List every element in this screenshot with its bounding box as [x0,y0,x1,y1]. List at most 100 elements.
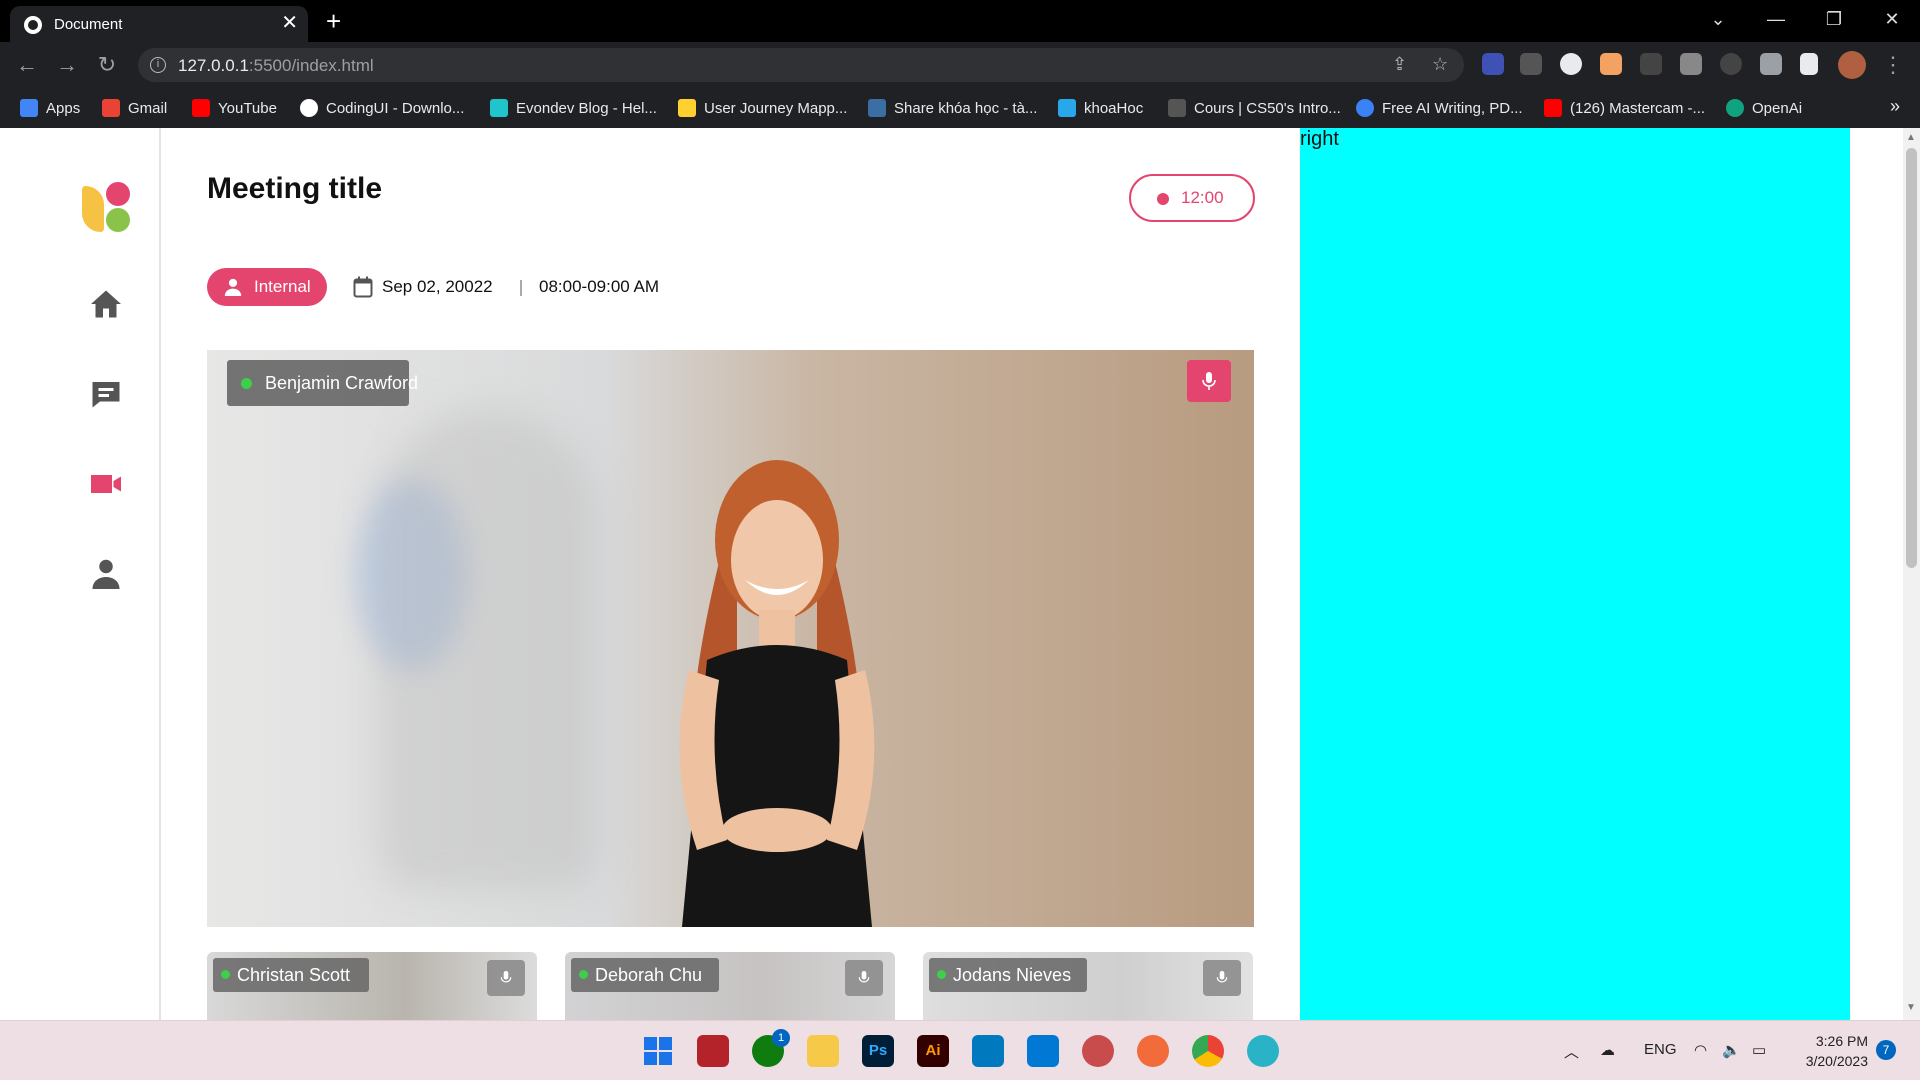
extension-image-icon[interactable] [1680,53,1702,75]
scroll-down-icon[interactable]: ▼ [1906,1002,1916,1013]
page-scrollbar[interactable]: ▲ ▼ [1903,128,1920,1020]
logo[interactable] [82,182,134,234]
side-panel-icon[interactable] [1800,53,1818,75]
bookmark-user-journey[interactable]: User Journey Mapp... [678,98,847,120]
extension-color-icon[interactable] [1560,53,1582,75]
meeting-timer: 12:00 [1129,174,1255,222]
trello-icon[interactable] [972,1035,1004,1067]
bookmark-share-khoa-hoc[interactable]: Share khóa học - tà... [868,98,1037,120]
bookmark-ai-writing[interactable]: Free AI Writing, PD... [1356,98,1523,120]
edge-dev-icon[interactable] [1247,1035,1279,1067]
bookmark-cs50[interactable]: Cours | CS50's Intro... [1168,98,1341,120]
minimize-button[interactable]: — [1756,6,1796,32]
site-info-icon[interactable]: i [150,57,166,73]
close-tab-button[interactable]: ✕ [281,12,298,34]
speaker-name-tag: Benjamin Crawford [227,360,418,406]
chrome-icon[interactable] [1192,1035,1224,1067]
taskbar-clock[interactable]: 3:26 PM 3/20/2023 [1794,1031,1868,1071]
extension-compass-icon[interactable] [1720,53,1742,75]
bookmark-openai[interactable]: OpenAi [1726,98,1802,120]
wifi-icon[interactable]: ◠ [1694,1041,1707,1059]
bookmark-mastercam[interactable]: (126) Mastercam -... [1544,98,1705,120]
scrollbar-thumb[interactable] [1906,148,1917,568]
openai-icon [1726,99,1744,117]
close-window-button[interactable]: ✕ [1872,6,1912,32]
app-spiral-icon[interactable] [1082,1035,1114,1067]
bookmark-apps[interactable]: Apps [20,98,80,120]
extension-move-icon[interactable] [1520,53,1542,75]
video-icon[interactable] [88,466,124,502]
tab-title: Document [54,16,123,33]
main-video[interactable]: Benjamin Crawford [207,350,1254,927]
menu-dots-icon[interactable]: ⋮ [1878,50,1908,80]
windows-taskbar: 1 Ps Ai ︿ ☁ ENG ◠ 🔈 ▭ 3:26 PM 3/20/2023 … [0,1020,1920,1080]
share-icon[interactable]: ⇪ [1392,54,1407,75]
bookmark-evondev[interactable]: Evondev Blog - Hel... [490,98,657,120]
apps-grid-icon [20,99,38,117]
illustrator-icon[interactable]: Ai [917,1035,949,1067]
app-orange-icon[interactable] [1137,1035,1169,1067]
calendar-icon [353,276,373,298]
speaker-name: Benjamin Crawford [265,373,419,393]
photoshop-icon[interactable]: Ps [862,1035,894,1067]
microphone-icon [500,971,512,983]
extension-d-icon[interactable] [1482,53,1504,75]
user-icon[interactable] [88,556,124,592]
vscode-icon[interactable] [1027,1035,1059,1067]
onedrive-icon[interactable]: ☁ [1600,1041,1615,1059]
right-panel-label: right [1300,128,1339,150]
bookmarks-overflow-button[interactable]: » [1890,96,1900,117]
reload-icon[interactable]: ↻ [92,50,122,80]
bookmark-codingui[interactable]: CodingUI - Downlo... [300,98,464,120]
clock-time: 3:26 PM [1815,1033,1868,1049]
language-indicator[interactable]: ENG [1644,1041,1677,1058]
clock-date: 3/20/2023 [1805,1053,1868,1069]
extension-pen-icon[interactable] [1600,53,1622,75]
speaker-mic-button[interactable] [1187,360,1231,402]
participant-tile[interactable]: Deborah Chu [565,952,895,1020]
xbox-icon[interactable]: 1 [752,1029,790,1067]
browser-tab[interactable]: Document ✕ [10,6,308,42]
scroll-up-icon[interactable]: ▲ [1906,132,1916,143]
avatar[interactable] [1838,51,1866,79]
address-bar[interactable]: i 127.0.0.1:5500/index.html ⇪ ☆ [138,48,1464,82]
page-title: Meeting title [207,172,383,205]
forward-icon[interactable]: → [52,50,82,80]
extensions-puzzle-icon[interactable] [1760,53,1782,75]
meeting-time: 08:00-09:00 AM [539,277,660,296]
url-text: 127.0.0.1:5500/index.html [178,56,374,75]
chat-icon[interactable] [88,376,124,412]
home-icon[interactable] [88,286,124,322]
notification-badge[interactable]: 7 [1876,1040,1896,1060]
participant-name-tag: Christan Scott [213,958,369,992]
xbox-badge: 1 [772,1029,790,1047]
participant-tile[interactable]: Jodans Nieves [923,952,1253,1020]
windows-start-icon[interactable] [642,1035,674,1067]
edx-icon [1168,99,1186,117]
bookmark-star-icon[interactable]: ☆ [1432,54,1448,75]
divider [520,280,522,296]
participant-name-tag: Deborah Chu [571,958,719,992]
extension-edit-icon[interactable] [1640,53,1662,75]
microphone-icon [1216,971,1228,983]
restore-button[interactable]: ❐ [1814,6,1854,32]
bookmark-youtube[interactable]: YouTube [192,98,277,120]
file-explorer-icon[interactable] [807,1035,839,1067]
online-status-icon [221,970,230,979]
show-hidden-icons-icon[interactable]: ︿ [1564,1041,1579,1062]
app-red-icon[interactable] [697,1035,729,1067]
youtube-icon [1544,99,1562,117]
bookmark-gmail[interactable]: Gmail [102,98,167,120]
volume-icon[interactable]: 🔈 [1722,1041,1741,1059]
battery-icon[interactable]: ▭ [1752,1041,1766,1059]
new-tab-button[interactable]: + [326,6,341,36]
tab-search-icon[interactable]: ⌄ [1698,6,1738,32]
miro-icon [678,99,696,117]
bookmark-khoahoc[interactable]: khoaHoc [1058,98,1143,120]
participant-mic-button[interactable] [845,960,883,996]
participant-tile[interactable]: Christan Scott [207,952,537,1020]
evondev-icon [490,99,508,117]
participant-mic-button[interactable] [487,960,525,996]
back-icon[interactable]: ← [12,50,42,80]
participant-mic-button[interactable] [1203,960,1241,996]
